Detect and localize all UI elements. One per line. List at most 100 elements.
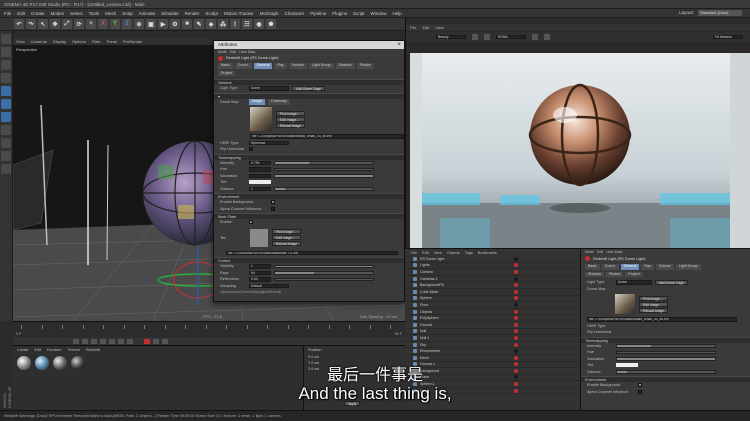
saturation-field[interactable] bbox=[249, 173, 271, 178]
record-icon[interactable] bbox=[144, 338, 150, 344]
make-editable-icon[interactable] bbox=[1, 34, 11, 44]
om-menu-edit[interactable]: Edit bbox=[422, 251, 429, 255]
menu-modes[interactable]: Modes bbox=[51, 11, 65, 16]
workplane-icon[interactable] bbox=[1, 73, 11, 83]
next-key-icon[interactable] bbox=[118, 338, 124, 344]
reflections-field[interactable]: 0.00 bbox=[249, 277, 271, 282]
tint-color-swatch[interactable] bbox=[249, 180, 271, 185]
play-icon[interactable] bbox=[100, 338, 106, 344]
render-region-icon[interactable]: ▣ bbox=[146, 19, 156, 29]
cube-icon[interactable]: ■ bbox=[182, 19, 192, 29]
bp-thumbnail[interactable] bbox=[250, 228, 268, 247]
saturation-slider[interactable] bbox=[274, 174, 374, 178]
enable-bg-checkbox[interactable] bbox=[271, 200, 275, 205]
flip-checkbox[interactable] bbox=[249, 147, 253, 152]
object-row[interactable]: Cube.Mesh bbox=[405, 289, 580, 296]
bp-pick-button[interactable]: Pick Image... bbox=[272, 229, 302, 234]
viewport-menu-view[interactable]: View bbox=[16, 39, 25, 44]
snap-icon[interactable] bbox=[1, 151, 11, 161]
tab-basic[interactable]: Basic bbox=[218, 63, 233, 69]
hue-field[interactable] bbox=[249, 167, 271, 172]
menu-sculpt[interactable]: Sculpt bbox=[205, 11, 218, 16]
attr2-light-type-select[interactable]: Dome bbox=[616, 280, 652, 285]
material-tag-icon[interactable] bbox=[514, 269, 518, 274]
live-select-icon[interactable]: ↖ bbox=[38, 19, 48, 29]
object-row[interactable]: Objects bbox=[405, 309, 580, 316]
rv-menu-file[interactable]: File bbox=[410, 25, 416, 30]
attr2-tab-coord[interactable]: Coord. bbox=[601, 264, 619, 270]
attr2-tab-volume[interactable]: Volume bbox=[655, 264, 674, 270]
object-row[interactable]: Camera bbox=[405, 269, 580, 276]
prev-frame-icon[interactable] bbox=[91, 338, 97, 344]
rotate-icon[interactable]: ⟳ bbox=[74, 19, 84, 29]
mat-menu-edit[interactable]: Edit bbox=[34, 348, 41, 352]
next-frame-icon[interactable] bbox=[109, 338, 115, 344]
axis-x-button[interactable]: X bbox=[98, 19, 108, 29]
attr2-tab-project[interactable]: Project bbox=[625, 271, 643, 277]
rv-zoom-select[interactable]: Fit Window bbox=[713, 34, 743, 40]
alpha-checkbox[interactable] bbox=[271, 206, 275, 211]
pen-icon[interactable]: ✎ bbox=[194, 19, 204, 29]
move-icon[interactable]: ✥ bbox=[50, 19, 60, 29]
material-tag-icon[interactable] bbox=[514, 263, 518, 268]
goto-end-icon[interactable] bbox=[127, 338, 133, 344]
reload-image-button[interactable]: Reload Image bbox=[276, 122, 306, 128]
om-menu-tags[interactable]: Tags bbox=[465, 251, 473, 255]
viewport-menu-cameras[interactable]: Cameras bbox=[31, 39, 47, 44]
om-menu-bookmarks[interactable]: Bookmarks bbox=[478, 251, 497, 255]
visibility-field[interactable]: 1 bbox=[249, 264, 271, 269]
rv-menu-view[interactable]: View bbox=[435, 25, 444, 30]
menu-help[interactable]: Help bbox=[393, 11, 402, 16]
layout-select[interactable]: Standard (User) bbox=[698, 10, 742, 16]
attr2-add-dome-button[interactable]: Add Dome Cage bbox=[655, 279, 689, 285]
hue-slider[interactable] bbox=[274, 167, 374, 171]
material-tag-icon[interactable] bbox=[514, 329, 518, 334]
attr-menu-mode[interactable]: Mode bbox=[218, 50, 227, 54]
om-menu-file[interactable]: File bbox=[411, 251, 417, 255]
menu-select[interactable]: Select bbox=[70, 11, 83, 16]
texture-mode-icon[interactable] bbox=[1, 60, 11, 70]
menu-simulate[interactable]: Simulate bbox=[161, 11, 179, 16]
sampling-select[interactable]: Default bbox=[249, 283, 289, 288]
dome-map-path[interactable]: file: C:/Dropbox/HDRI/Studio/studio_smal… bbox=[250, 134, 404, 139]
object-row[interactable]: Sphere bbox=[405, 296, 580, 303]
object-row[interactable]: Sky bbox=[405, 342, 580, 349]
menu-pipeline[interactable]: Pipeline bbox=[310, 11, 326, 16]
attr2-edit-button[interactable]: Edit Image... bbox=[639, 301, 669, 307]
timeline[interactable]: 0 F 90 F bbox=[13, 321, 405, 337]
attr2-path[interactable]: file: C:/Dropbox/HDRI/Studio/studio_smal… bbox=[587, 317, 737, 322]
points-mode-icon[interactable] bbox=[1, 86, 11, 96]
menu-character[interactable]: Character bbox=[284, 11, 304, 16]
object-row[interactable]: Lights bbox=[405, 263, 580, 270]
axis-y-button[interactable]: Y bbox=[110, 19, 120, 29]
menu-animate[interactable]: Animate bbox=[139, 11, 156, 16]
close-icon[interactable]: × bbox=[397, 41, 401, 49]
deformer-icon[interactable]: ⌇ bbox=[230, 19, 240, 29]
tab-photon[interactable]: Photon bbox=[356, 63, 374, 69]
render-view-icon[interactable]: ▶ bbox=[158, 19, 168, 29]
tab-volume[interactable]: Volume bbox=[288, 63, 307, 69]
material-tag-icon[interactable] bbox=[514, 322, 518, 327]
tweak-mode-icon[interactable] bbox=[1, 138, 11, 148]
light-type-select[interactable]: Dome bbox=[249, 86, 289, 91]
undo-icon[interactable]: ↶ bbox=[14, 19, 24, 29]
attr2-tab-light-group[interactable]: Light Group bbox=[675, 264, 701, 270]
attr2-menu-mode[interactable]: Mode bbox=[585, 250, 594, 254]
object-row[interactable]: Ground bbox=[405, 322, 580, 329]
om-menu-objects[interactable]: Objects bbox=[447, 251, 460, 255]
array-icon[interactable]: ⁂ bbox=[218, 19, 228, 29]
menu-edit[interactable]: Edit bbox=[17, 11, 25, 16]
menu-window[interactable]: Window bbox=[371, 11, 387, 16]
axis-z-button[interactable]: Z bbox=[122, 19, 132, 29]
tab-ray[interactable]: Ray bbox=[274, 63, 287, 69]
goto-start-icon[interactable] bbox=[73, 338, 79, 344]
viewport-menu-panel[interactable]: Panel bbox=[107, 39, 117, 44]
attr2-tab-basic[interactable]: Basic bbox=[585, 264, 600, 270]
bp-path[interactable]: file: C:/Dropbox/HDRI/Studio/backplate_0… bbox=[226, 250, 398, 255]
object-row[interactable]: Environment bbox=[405, 348, 580, 355]
menu-create[interactable]: Create bbox=[31, 11, 45, 16]
render-settings-icon[interactable]: ⚙ bbox=[170, 19, 180, 29]
bp-edit-button[interactable]: Edit Image... bbox=[272, 235, 302, 240]
object-row[interactable]: BackgroundFill bbox=[405, 282, 580, 289]
menu-motion-tracker[interactable]: Motion Tracker bbox=[224, 11, 254, 16]
